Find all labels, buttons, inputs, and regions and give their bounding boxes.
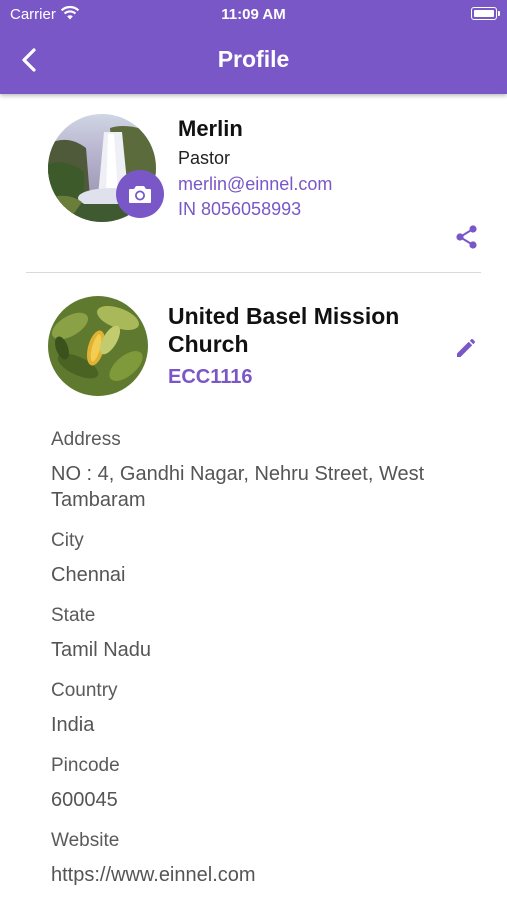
edit-church-button[interactable] — [454, 334, 480, 360]
field-value: NO : 4, Gandhi Nagar, Nehru Street, West… — [51, 463, 425, 511]
field-value: 600045 — [51, 789, 118, 811]
field-label: Pincode — [51, 755, 120, 776]
church-code: ECC1116 — [168, 366, 253, 388]
user-email-link[interactable]: merlin@einnel.com — [178, 174, 332, 195]
field-value: India — [51, 714, 95, 736]
field-label: Website — [51, 830, 120, 851]
field-pincode: Pincode 600045 — [51, 754, 471, 813]
church-details: Address NO : 4, Gandhi Nagar, Nehru Stre… — [51, 428, 471, 900]
field-city: City Chennai — [51, 529, 471, 588]
field-label: Address — [51, 429, 121, 450]
field-label: City — [51, 530, 84, 551]
field-website: Website https://www.einnel.com — [51, 829, 471, 888]
field-state: State Tamil Nadu — [51, 604, 471, 663]
user-role: Pastor — [178, 148, 231, 168]
change-photo-button[interactable] — [116, 170, 164, 218]
share-button[interactable] — [454, 224, 480, 250]
battery-icon — [471, 7, 500, 20]
user-profile-card: Merlin Pastor merlin@einnel.com IN 80560… — [0, 94, 507, 274]
leaves-photo — [48, 296, 148, 396]
pencil-icon — [457, 338, 476, 357]
camera-icon — [129, 186, 151, 203]
user-phone-link[interactable]: IN 8056058993 — [178, 199, 301, 220]
status-time: 11:09 AM — [221, 6, 286, 23]
field-label: Country — [51, 680, 118, 701]
status-bar: Carrier 11:09 AM — [0, 0, 507, 28]
website-link[interactable]: https://www.einnel.com — [51, 862, 471, 888]
app-header: Carrier 11:09 AM Profile — [0, 0, 507, 94]
field-country: Country India — [51, 679, 471, 738]
field-value: Tamil Nadu — [51, 639, 152, 661]
church-image — [48, 296, 148, 396]
share-icon — [456, 225, 477, 249]
section-divider — [26, 272, 481, 273]
field-address: Address NO : 4, Gandhi Nagar, Nehru Stre… — [51, 428, 471, 513]
page-title: Profile — [217, 46, 290, 72]
field-label: State — [51, 605, 96, 626]
church-name: United Basel Mission Church — [168, 303, 400, 357]
user-name: Merlin — [178, 116, 243, 141]
field-value: Chennai — [51, 564, 126, 586]
